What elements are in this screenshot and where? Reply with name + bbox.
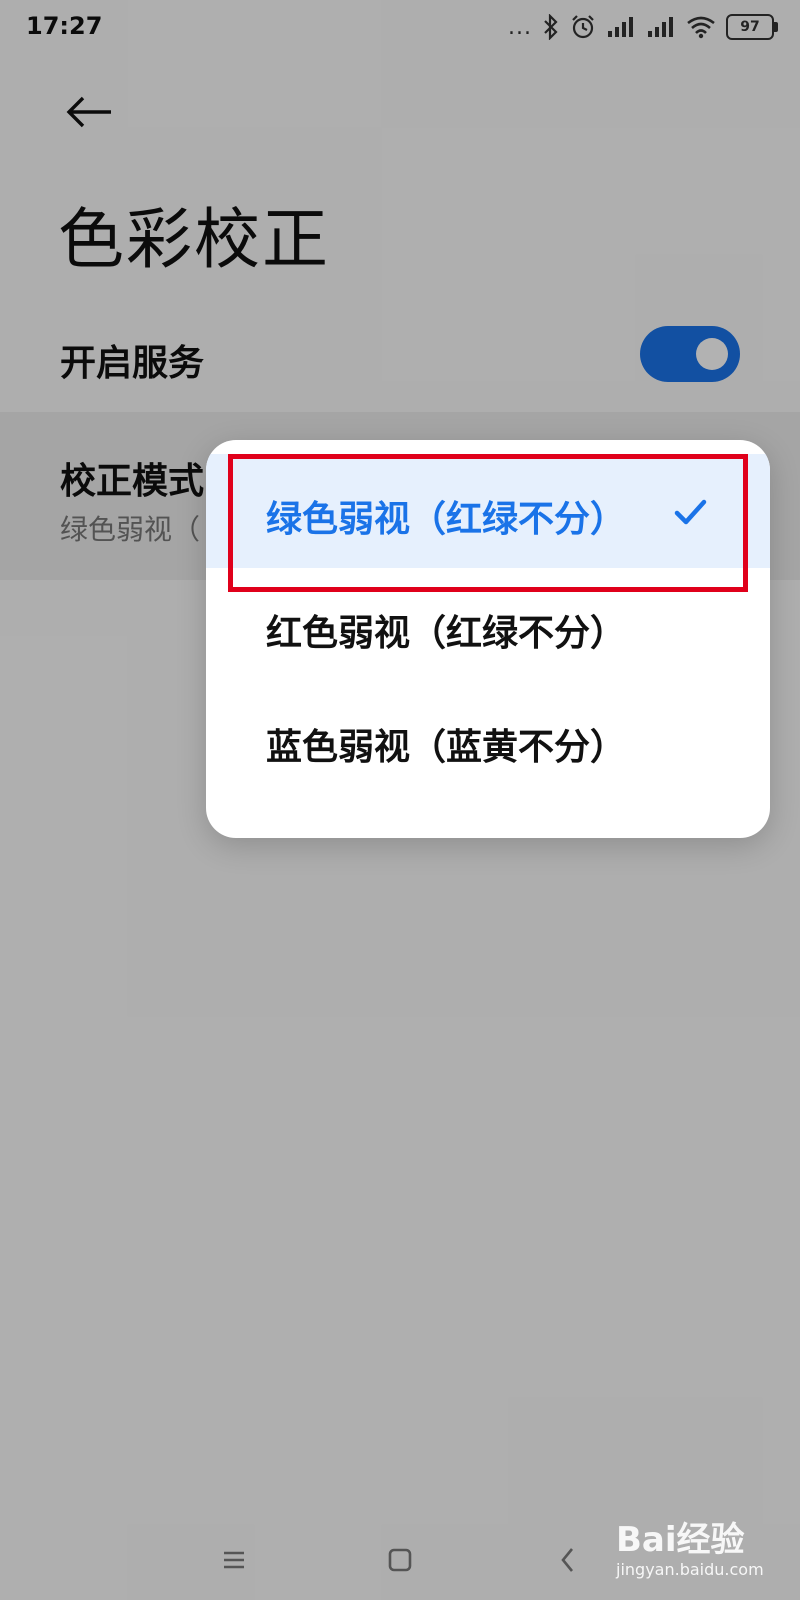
nav-back-button[interactable] [544, 1536, 592, 1584]
screen: 17:27 ... 97 色彩校正 开启服务 校正模式 绿色弱视（ 绿色弱视（红… [0, 0, 800, 1600]
menu-item-label: 红色弱视（红绿不分） [266, 613, 627, 654]
menu-button[interactable] [210, 1536, 258, 1584]
highlight-annotation [228, 454, 748, 592]
home-button[interactable] [376, 1536, 424, 1584]
nav-back-icon [561, 1548, 574, 1572]
watermark-url: jingyan.baidu.com [616, 1560, 764, 1579]
menu-item-tritanomaly[interactable]: 蓝色弱视（蓝黄不分） [206, 682, 770, 796]
watermark-logo: Bai经验 [616, 1520, 745, 1560]
watermark: Bai经验 jingyan.baidu.com [616, 1508, 786, 1588]
home-icon [388, 1548, 412, 1572]
menu-item-label: 蓝色弱视（蓝黄不分） [266, 727, 627, 768]
menu-icon [224, 1551, 244, 1569]
